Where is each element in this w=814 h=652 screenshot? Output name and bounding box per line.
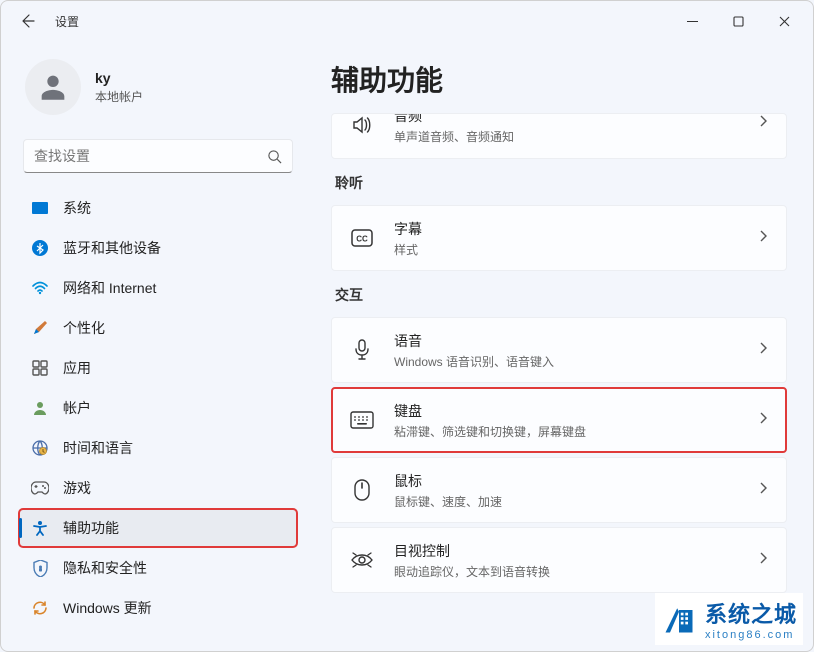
card-subtitle: 样式	[394, 241, 738, 258]
chevron-right-icon	[758, 551, 768, 570]
sidebar-item-label: 游戏	[63, 478, 91, 498]
sidebar-item-label: 网络和 Internet	[63, 278, 156, 298]
card-eye-control[interactable]: 目视控制 眼动追踪仪，文本到语音转换	[331, 527, 787, 593]
back-arrow-icon	[19, 13, 35, 29]
microphone-icon	[350, 339, 374, 361]
wifi-icon	[31, 279, 49, 297]
sidebar-item-update[interactable]: Windows 更新	[19, 589, 297, 627]
section-hearing: 聆听	[335, 173, 787, 193]
card-audio[interactable]: 音频 单声道音频、音频通知	[331, 113, 787, 159]
sidebar-item-label: 帐户	[63, 398, 91, 418]
card-title: 键盘	[394, 401, 738, 421]
sidebar: ky 本地帐户 系统 蓝牙和其他设备 网络和 Internet	[1, 41, 311, 651]
apps-icon	[31, 359, 49, 377]
svg-text:CC: CC	[356, 235, 368, 244]
bluetooth-icon	[31, 239, 49, 257]
gaming-icon	[31, 479, 49, 497]
sidebar-item-bluetooth[interactable]: 蓝牙和其他设备	[19, 229, 297, 267]
search-box[interactable]	[23, 139, 293, 173]
card-title: 语音	[394, 331, 738, 351]
keyboard-icon	[350, 411, 374, 429]
chevron-right-icon	[758, 411, 768, 430]
card-title: 音频	[394, 113, 738, 126]
watermark: 系统之城 xitong86.com	[655, 593, 803, 645]
sidebar-item-system[interactable]: 系统	[19, 189, 297, 227]
sidebar-item-label: 蓝牙和其他设备	[63, 238, 161, 258]
card-subtitle: 粘滞键、筛选键和切换键，屏幕键盘	[394, 423, 738, 440]
watermark-logo-icon	[661, 601, 697, 637]
card-mouse[interactable]: 鼠标 鼠标键、速度、加速	[331, 457, 787, 523]
chevron-right-icon	[758, 341, 768, 360]
update-icon	[31, 599, 49, 617]
sidebar-item-accounts[interactable]: 帐户	[19, 389, 297, 427]
eye-icon	[350, 550, 374, 570]
person-icon	[36, 70, 70, 104]
page-title: 辅助功能	[331, 59, 787, 99]
card-title: 字幕	[394, 219, 738, 239]
search-input[interactable]	[34, 148, 267, 164]
sidebar-item-label: 隐私和安全性	[63, 558, 147, 578]
watermark-text: 系统之城	[705, 597, 797, 629]
sidebar-item-apps[interactable]: 应用	[19, 349, 297, 387]
card-subtitle: 单声道音频、音频通知	[394, 128, 738, 145]
card-title: 目视控制	[394, 541, 738, 561]
avatar	[25, 59, 81, 115]
user-profile[interactable]: ky 本地帐户	[19, 51, 297, 133]
app-title: 设置	[55, 13, 79, 30]
chevron-right-icon	[758, 114, 768, 133]
globe-icon	[31, 439, 49, 457]
sidebar-item-privacy[interactable]: 隐私和安全性	[19, 549, 297, 587]
captions-icon: CC	[350, 229, 374, 247]
sidebar-item-label: 时间和语言	[63, 438, 133, 458]
speaker-icon	[350, 114, 374, 136]
system-icon	[31, 199, 49, 217]
chevron-right-icon	[758, 481, 768, 500]
card-title: 鼠标	[394, 471, 738, 491]
minimize-button[interactable]	[669, 5, 715, 37]
watermark-url: xitong86.com	[705, 629, 797, 641]
titlebar: 设置	[1, 1, 813, 41]
user-name: ky	[95, 70, 143, 86]
sidebar-item-label: 系统	[63, 198, 91, 218]
card-subtitle: 鼠标键、速度、加速	[394, 493, 738, 510]
accounts-icon	[31, 399, 49, 417]
card-captions[interactable]: CC 字幕 样式	[331, 205, 787, 271]
shield-icon	[31, 559, 49, 577]
sidebar-item-accessibility[interactable]: 辅助功能	[19, 509, 297, 547]
mouse-icon	[350, 479, 374, 501]
nav-menu: 系统 蓝牙和其他设备 网络和 Internet 个性化 应用 帐户	[19, 189, 297, 627]
main-content: 辅助功能 音频 单声道音频、音频通知 聆听 CC 字幕 样式 交互 语音 Win…	[311, 41, 813, 651]
card-keyboard[interactable]: 键盘 粘滞键、筛选键和切换键，屏幕键盘	[331, 387, 787, 453]
user-subtitle: 本地帐户	[95, 88, 143, 105]
sidebar-item-label: Windows 更新	[63, 598, 152, 618]
sidebar-item-label: 辅助功能	[63, 518, 119, 538]
card-subtitle: Windows 语音识别、语音键入	[394, 353, 738, 370]
back-button[interactable]	[7, 1, 47, 41]
maximize-button[interactable]	[715, 5, 761, 37]
sidebar-item-time-language[interactable]: 时间和语言	[19, 429, 297, 467]
section-interaction: 交互	[335, 285, 787, 305]
window-controls	[669, 5, 807, 37]
close-button[interactable]	[761, 5, 807, 37]
sidebar-item-network[interactable]: 网络和 Internet	[19, 269, 297, 307]
sidebar-item-gaming[interactable]: 游戏	[19, 469, 297, 507]
accessibility-icon	[31, 519, 49, 537]
sidebar-item-label: 个性化	[63, 318, 105, 338]
search-icon	[267, 149, 282, 164]
card-speech[interactable]: 语音 Windows 语音识别、语音键入	[331, 317, 787, 383]
brush-icon	[31, 319, 49, 337]
card-subtitle: 眼动追踪仪，文本到语音转换	[394, 563, 738, 580]
sidebar-item-label: 应用	[63, 358, 91, 378]
chevron-right-icon	[758, 229, 768, 248]
sidebar-item-personalization[interactable]: 个性化	[19, 309, 297, 347]
